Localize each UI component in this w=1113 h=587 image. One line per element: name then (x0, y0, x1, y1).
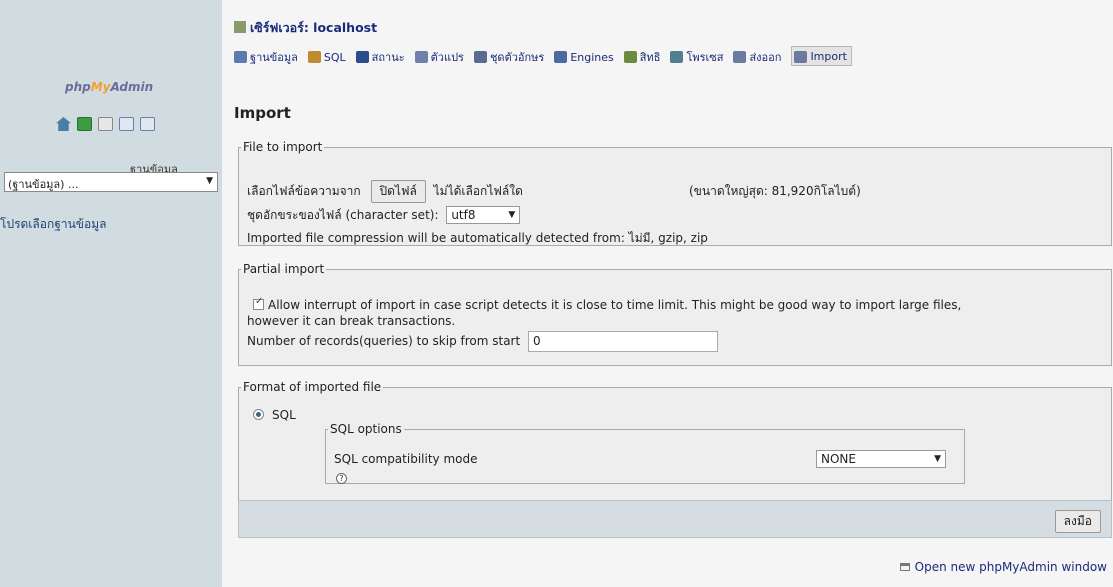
go-button[interactable]: ลงมือ (1054, 510, 1101, 533)
docs-icon[interactable] (119, 117, 134, 131)
tab-ฐานข้อมูล[interactable]: ฐานข้อมูล (234, 48, 298, 66)
home-icon[interactable] (56, 117, 71, 131)
tab-label: ส่งออก (749, 51, 782, 64)
logo-text-my: My (90, 80, 111, 94)
allow-interrupt-label-cont: however it can break transactions. (247, 314, 456, 328)
phpmyadmin-logo[interactable]: phpMyAdmin (65, 80, 175, 98)
server-breadcrumb[interactable]: เซิร์ฟเวอร์: localhost (234, 18, 377, 38)
process-icon (670, 51, 684, 63)
page-title: Import (234, 104, 291, 122)
file-to-import-fieldset: File to import เลือกไฟล์ข้อความจาก ปิดไฟ… (238, 140, 1112, 246)
tab-label: ตัวแปร (430, 51, 464, 64)
chevron-down-icon: ▼ (508, 210, 516, 220)
logo-text-php: php (65, 80, 91, 94)
file-to-import-legend: File to import (243, 140, 323, 154)
main-content-frame: เซิร์ฟเวอร์: localhost ฐานข้อมูล SQL สถานะ… (222, 0, 1113, 587)
tab-sql[interactable]: SQL (307, 48, 346, 66)
max-size-text: (ขนาดใหญ่สุด: 81,920กิโลไบต์) (689, 184, 861, 198)
tab-label: ฐานข้อมูล (250, 51, 298, 64)
phpmyadmin-window: phpMyAdmin ฐานข้อมูล (ฐานข้อมูล) ... ▼ โ… (0, 0, 1113, 587)
sql-icon[interactable] (98, 117, 113, 131)
open-new-window-label: Open new phpMyAdmin window (914, 560, 1107, 574)
browse-file-button[interactable]: ปิดไฟล์ (370, 180, 426, 203)
table-icon[interactable] (77, 117, 92, 131)
open-new-window-link[interactable]: Open new phpMyAdmin window (899, 560, 1107, 574)
privileges-icon (623, 51, 637, 63)
tab-ชุดตัวอักษร[interactable]: ชุดตัวอักษร (473, 48, 545, 66)
sql-options-fieldset: SQL options SQL compatibility mode ? NON… (325, 422, 965, 484)
sql-format-label: SQL (272, 408, 296, 422)
skip-records-input[interactable]: 0 (528, 331, 719, 352)
engines-icon (554, 51, 568, 63)
tab-โพรเซส[interactable]: โพรเซส (670, 48, 723, 66)
database-select-value: (ฐานข้อมูล) ... (8, 178, 79, 191)
sql-format-radio[interactable] (253, 409, 264, 420)
server-icon (234, 21, 246, 33)
tab-import[interactable]: Import (791, 46, 852, 66)
format-fieldset: Format of imported file SQL SQL options … (238, 380, 1112, 502)
tab-engines[interactable]: Engines (554, 48, 614, 66)
sql-icon (307, 51, 321, 63)
select-database-hint: โปรดเลือกฐานข้อมูล (0, 217, 107, 231)
database-select[interactable]: (ฐานข้อมูล) ... ▼ (4, 172, 218, 192)
tab-สถานะ[interactable]: สถานะ (355, 48, 405, 66)
sql-compat-label: SQL compatibility mode (334, 452, 478, 466)
allow-interrupt-label: Allow interrupt of import in case script… (268, 298, 962, 312)
partial-import-fieldset: Partial import Allow interrupt of import… (238, 262, 1112, 366)
new-window-icon (899, 563, 910, 571)
format-legend: Format of imported file (243, 380, 382, 394)
charset-select-value: utf8 (451, 208, 476, 222)
charset-select[interactable]: utf8 ▼ (446, 206, 521, 224)
no-file-chosen-text: ไม่ได้เลือกไฟล์ใด (433, 184, 523, 198)
charset-icon (473, 51, 487, 63)
allow-interrupt-checkbox[interactable] (253, 296, 264, 310)
partial-import-legend: Partial import (243, 262, 325, 276)
file-source-label: เลือกไฟล์ข้อความจาก (247, 184, 361, 198)
tab-label: สถานะ (371, 51, 405, 64)
sql-compat-select[interactable]: NONE ▼ (816, 450, 946, 468)
tab-label: SQL (323, 50, 346, 64)
tab-label: โพรเซส (686, 51, 724, 64)
tab-ส่งออก[interactable]: ส่งออก (733, 48, 781, 66)
variables-icon (414, 51, 428, 63)
tab-label: Import (810, 50, 847, 63)
chevron-down-icon: ▼ (206, 176, 213, 186)
tab-label: Engines (570, 50, 614, 64)
tab-label: ชุดตัวอักษร (489, 51, 545, 64)
help-icon[interactable]: ? (336, 473, 347, 484)
import-icon (794, 50, 808, 63)
top-tabs: ฐานข้อมูล SQL สถานะ ตัวแปร ชุดตัวอักษร Engine… (234, 46, 852, 66)
skip-records-label: Number of records(queries) to skip from … (247, 334, 521, 348)
database-icon (234, 51, 247, 63)
status-icon (355, 51, 369, 63)
export-icon (733, 51, 747, 63)
left-icon-bar (56, 117, 155, 131)
logo-text-admin: Admin (110, 80, 154, 94)
tab-สิทธิ[interactable]: สิทธิ (623, 48, 661, 66)
charset-label: ชุดอักขระของไฟล์ (character set): (247, 208, 439, 222)
compression-info-text: Imported file compression will be automa… (247, 231, 708, 245)
changelog-icon[interactable] (140, 117, 155, 131)
sql-options-legend: SQL options (330, 422, 402, 436)
server-title: เซิร์ฟเวอร์: localhost (250, 20, 378, 35)
tab-ตัวแปร[interactable]: ตัวแปร (414, 48, 464, 66)
form-footer-bar: ลงมือ (238, 500, 1112, 538)
left-navigation-frame: phpMyAdmin ฐานข้อมูล (ฐานข้อมูล) ... ▼ โ… (0, 0, 222, 587)
sql-compat-select-value: NONE (821, 452, 856, 466)
chevron-down-icon: ▼ (934, 454, 941, 464)
tab-label: สิทธิ (639, 51, 661, 64)
